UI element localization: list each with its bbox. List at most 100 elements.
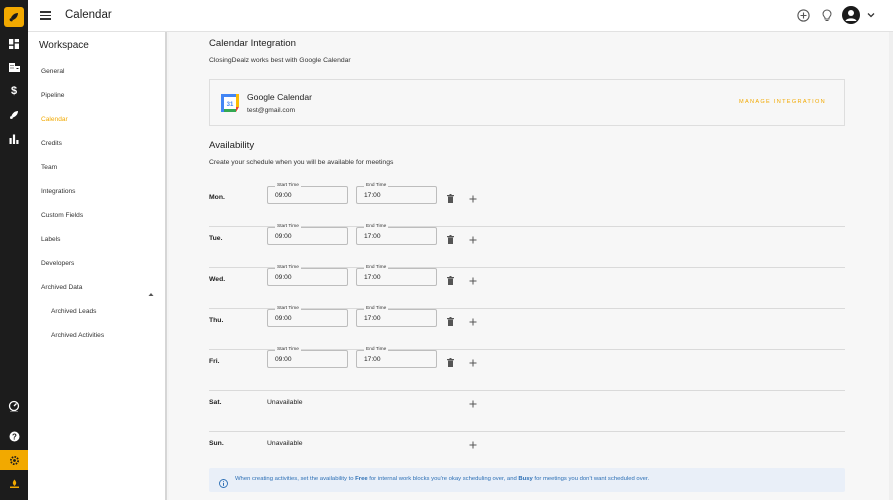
trash-icon[interactable] (447, 354, 454, 372)
top-bar: Calendar (28, 0, 893, 32)
unavailable-label: Unavailable (267, 440, 303, 447)
availability-row-thu: Thu. Start Time 09:00 End Time 17:00 (209, 306, 845, 350)
end-time-label: End Time (364, 224, 389, 229)
lightbulb-icon[interactable] (820, 8, 834, 22)
integration-subtitle: ClosingDealz works best with Google Cale… (209, 57, 351, 64)
trash-icon[interactable] (447, 313, 454, 331)
trash-icon[interactable] (447, 190, 454, 208)
availability-title: Availability (209, 140, 255, 151)
start-time-value: 09:00 (275, 356, 292, 363)
plus-icon[interactable] (469, 231, 477, 249)
avatar[interactable] (842, 6, 860, 24)
start-time-field[interactable]: Start Time 09:00 (267, 347, 348, 368)
trash-icon[interactable] (447, 272, 454, 290)
bar-chart-icon[interactable] (0, 129, 28, 149)
start-time-label: Start Time (275, 347, 301, 352)
sidebar-item-pipeline[interactable]: Pipeline (41, 92, 64, 99)
chevron-up-icon[interactable] (148, 284, 154, 302)
svg-text:?: ? (12, 432, 17, 441)
availability-subtitle: Create your schedule when you will be av… (209, 159, 394, 166)
end-time-value: 17:00 (364, 233, 381, 240)
rocket-logo-icon[interactable] (4, 7, 24, 27)
sidebar-item-general[interactable]: General (41, 68, 64, 75)
info-text: When creating activities, set the availa… (235, 476, 650, 482)
app-rail: $ ? (0, 0, 28, 500)
day-label: Wed. (209, 276, 226, 283)
end-time-field[interactable]: End Time 17:00 (356, 183, 437, 204)
dashboard-icon[interactable] (0, 34, 28, 54)
trash-icon[interactable] (447, 231, 454, 249)
plus-icon[interactable] (469, 436, 477, 454)
sidebar-item-credits[interactable]: Credits (41, 140, 62, 147)
svg-text:31: 31 (227, 102, 234, 108)
sidebar-item-team[interactable]: Team (41, 164, 57, 171)
start-time-value: 09:00 (275, 274, 292, 281)
info-icon (219, 475, 228, 493)
start-time-label: Start Time (275, 265, 301, 270)
end-time-value: 17:00 (364, 315, 381, 322)
start-time-field[interactable]: Start Time 09:00 (267, 265, 348, 286)
sidebar-item-custom-fields[interactable]: Custom Fields (41, 212, 83, 219)
add-circle-icon[interactable] (796, 8, 810, 22)
sidebar-item-calendar[interactable]: Calendar (41, 116, 68, 123)
plus-icon[interactable] (469, 354, 477, 372)
manage-integration-button[interactable]: MANAGE INTEGRATION (739, 99, 826, 105)
rocket-icon[interactable] (0, 105, 28, 125)
start-time-label: Start Time (275, 306, 301, 311)
end-time-value: 17:00 (364, 274, 381, 281)
plus-icon[interactable] (469, 190, 477, 208)
end-time-value: 17:00 (364, 356, 381, 363)
sidebar-heading: Workspace (39, 40, 89, 51)
page-title: Calendar (65, 9, 112, 21)
end-time-label: End Time (364, 265, 389, 270)
end-time-field[interactable]: End Time 17:00 (356, 224, 437, 245)
end-time-label: End Time (364, 347, 389, 352)
plus-icon[interactable] (469, 313, 477, 331)
gear-icon[interactable] (0, 450, 28, 470)
start-time-label: Start Time (275, 183, 301, 188)
campfire-icon[interactable] (0, 474, 28, 494)
chevron-down-icon[interactable] (864, 8, 878, 22)
plus-icon[interactable] (469, 272, 477, 290)
integration-title: Calendar Integration (209, 38, 296, 49)
scrollbar[interactable] (889, 32, 893, 500)
sidebar-item-developers[interactable]: Developers (41, 260, 74, 267)
sidebar-item-labels[interactable]: Labels (41, 236, 60, 243)
day-label: Fri. (209, 358, 220, 365)
help-icon[interactable]: ? (0, 426, 28, 446)
start-time-field[interactable]: Start Time 09:00 (267, 224, 348, 245)
end-time-label: End Time (364, 306, 389, 311)
start-time-value: 09:00 (275, 192, 292, 199)
dollar-icon[interactable]: $ (0, 81, 28, 101)
end-time-value: 17:00 (364, 192, 381, 199)
day-label: Tue. (209, 235, 223, 242)
availability-row-sat: Sat. Unavailable (209, 391, 845, 432)
availability-row-fri: Fri. Start Time 09:00 End Time 17:00 (209, 347, 845, 391)
availability-row-mon: Mon. Start Time 09:00 End Time 17:00 (209, 183, 845, 227)
settings-content: Calendar Integration ClosingDealz works … (169, 32, 893, 500)
day-label: Thu. (209, 317, 224, 324)
availability-row-tue: Tue. Start Time 09:00 End Time 17:00 (209, 224, 845, 268)
building-icon[interactable] (0, 57, 28, 77)
end-time-field[interactable]: End Time 17:00 (356, 347, 437, 368)
start-time-value: 09:00 (275, 233, 292, 240)
connected-email: test@gmail.com (247, 107, 296, 114)
plus-icon[interactable] (469, 395, 477, 413)
sidebar-item-archived-data[interactable]: Archived Data (41, 284, 82, 291)
start-time-field[interactable]: Start Time 09:00 (267, 306, 348, 327)
end-time-field[interactable]: End Time 17:00 (356, 265, 437, 286)
google-calendar-card: 31 Google Calendar test@gmail.com MANAGE… (209, 79, 845, 126)
end-time-label: End Time (364, 183, 389, 188)
unavailable-label: Unavailable (267, 399, 303, 406)
workspace-sidebar: Workspace General Pipeline Calendar Cred… (28, 32, 167, 500)
google-calendar-icon: 31 (221, 94, 239, 117)
provider-name: Google Calendar (247, 92, 312, 102)
end-time-field[interactable]: End Time 17:00 (356, 306, 437, 327)
menu-icon[interactable] (40, 11, 51, 20)
sidebar-item-archived-activities[interactable]: Archived Activities (51, 332, 104, 339)
start-time-label: Start Time (275, 224, 301, 229)
sidebar-item-archived-leads[interactable]: Archived Leads (51, 308, 96, 315)
sidebar-item-integrations[interactable]: Integrations (41, 188, 75, 195)
start-time-field[interactable]: Start Time 09:00 (267, 183, 348, 204)
speedometer-icon[interactable] (0, 396, 28, 416)
